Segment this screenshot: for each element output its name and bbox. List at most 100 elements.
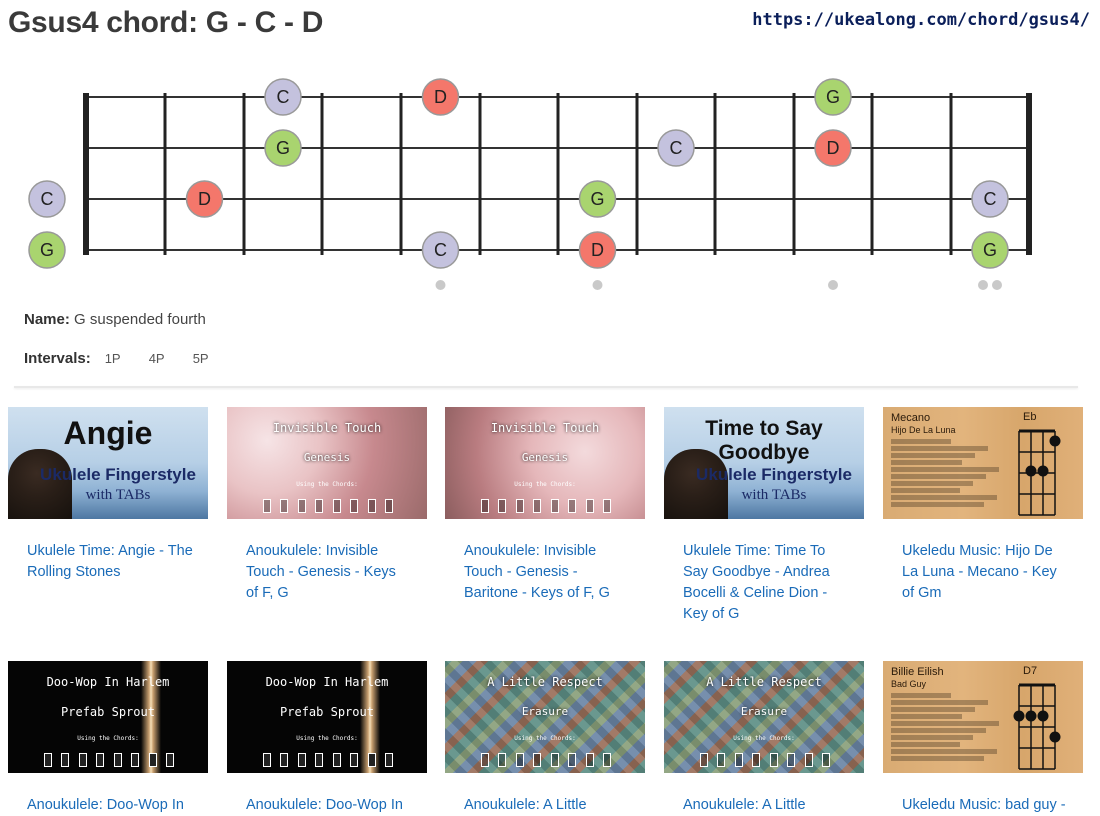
thumbnail-artist: Mecano xyxy=(891,412,931,424)
video-card[interactable]: Time to Say Goodbye Ukulele Fingerstyle wi… xyxy=(664,407,864,625)
thumbnail-song: Bad Guy xyxy=(891,679,927,689)
thumbnail-text: Erasure xyxy=(521,705,569,718)
thumbnail-text: Prefab Sprout xyxy=(61,705,155,719)
name-label: Name: xyxy=(24,311,70,328)
note-marker-D-s1-f5: D xyxy=(421,78,460,116)
thumbnail-text: Using the Chords: xyxy=(296,481,358,488)
video-card[interactable]: A Little Respect Erasure Using the Chords:… xyxy=(445,661,645,816)
video-thumbnail[interactable]: Time to Say Goodbye Ukulele Fingerstyle wi… xyxy=(664,407,864,519)
note-marker-G-s4-f12: G xyxy=(971,231,1009,269)
thumbnail-chord-name: Eb xyxy=(1023,411,1037,423)
thumbnail-text: Time to Say Goodbye xyxy=(705,417,823,464)
thumbnail-text: with TABs xyxy=(85,487,151,503)
note-label: C xyxy=(984,189,997,209)
video-title-link[interactable]: Anoukulele: Doo-Wop In xyxy=(27,795,193,816)
video-thumbnail[interactable]: Mecano Hijo De La Luna Eb xyxy=(883,407,1083,519)
note-marker-D-s3-f2: D xyxy=(185,180,224,218)
video-thumbnail[interactable]: Billie Eilish Bad Guy D7 xyxy=(883,661,1083,773)
video-title-link[interactable]: Ukeledu Music: bad guy - xyxy=(902,795,1068,816)
interval-2: 4P xyxy=(148,351,165,366)
mini-chord-diagrams xyxy=(263,753,393,769)
thumbnail-text: Invisible Touch xyxy=(272,421,382,435)
video-thumbnail[interactable]: Angie Ukulele Fingerstyle with TABs xyxy=(8,407,208,519)
note-marker-C-s2-f8: C xyxy=(657,129,695,167)
name-value: G suspended fourth xyxy=(74,311,206,328)
note-marker-G-s4-f0: G xyxy=(28,231,66,269)
note-marker-G-s3-f7: G xyxy=(578,180,617,218)
thumbnail-text: Doo-Wop In Harlem xyxy=(46,675,170,689)
note-label: G xyxy=(276,138,290,158)
fretboard-diagram: C D G G C D C D G C G C D G xyxy=(28,78,1032,290)
video-card[interactable]: A Little Respect Erasure Using the Chords:… xyxy=(664,661,864,816)
thumbnail-text: Using the Chords: xyxy=(514,481,576,488)
thumbnail-text: Prefab Sprout xyxy=(280,705,374,719)
video-title-link[interactable]: Anoukulele: Invisible Touch - Genesis - … xyxy=(464,541,630,604)
video-thumbnail[interactable]: Doo-Wop In Harlem Prefab Sprout Using the … xyxy=(8,661,208,773)
inlay-dot-10 xyxy=(828,280,838,290)
video-title-link[interactable]: Ukeledu Music: Hijo De La Luna - Mecano … xyxy=(902,541,1068,604)
thumbnail-text: with TABs xyxy=(741,487,807,503)
thumbnail-text: A Little Respect xyxy=(706,675,822,689)
page-title: Gsus4 chord: G - C - D xyxy=(8,6,324,39)
video-title-link[interactable]: Anoukulele: Doo-Wop In xyxy=(246,795,412,816)
video-card[interactable]: Invisible Touch Genesis Using the Chords: A… xyxy=(445,407,645,604)
mini-chord-diagrams xyxy=(700,753,830,769)
note-label: G xyxy=(826,87,840,107)
inlay-dot-12a xyxy=(978,280,988,290)
video-thumbnail[interactable]: Invisible Touch Genesis Using the Chords: xyxy=(227,407,427,519)
note-label: C xyxy=(277,87,290,107)
video-title-link[interactable]: Anoukulele: A Little xyxy=(683,795,849,816)
note-label: G xyxy=(983,240,997,260)
note-label: C xyxy=(41,189,54,209)
thumbnail-chord-diagram xyxy=(1018,429,1061,516)
thumbnail-text: A Little Respect xyxy=(487,675,603,689)
video-thumbnail[interactable]: A Little Respect Erasure Using the Chords: xyxy=(664,661,864,773)
thumbnail-text: Using the Chords: xyxy=(77,735,139,742)
note-marker-C-s3-f0: C xyxy=(28,180,66,218)
note-label: D xyxy=(434,87,447,107)
note-marker-G-s2-f3: G xyxy=(264,129,302,167)
video-card[interactable]: Angie Ukulele Fingerstyle with TABs Ukulele… xyxy=(8,407,208,583)
thumbnail-chord-name: D7 xyxy=(1023,665,1038,677)
note-label: D xyxy=(198,189,211,209)
note-label: C xyxy=(670,138,683,158)
video-thumbnail[interactable]: Invisible Touch Genesis Using the Chords: xyxy=(445,407,645,519)
thumbnail-text: Angie xyxy=(63,415,153,451)
video-thumbnail[interactable]: Doo-Wop In Harlem Prefab Sprout Using the … xyxy=(227,661,427,773)
thumbnail-text: Erasure xyxy=(740,705,788,718)
thumbnail-lyrics xyxy=(891,437,1009,509)
video-card[interactable]: Doo-Wop In Harlem Prefab Sprout Using the … xyxy=(227,661,427,816)
thumbnail-text: Ukulele Fingerstyle xyxy=(696,465,852,484)
note-marker-C-s1-f3: C xyxy=(264,78,302,116)
thumbnail-chord-diagram xyxy=(1013,683,1061,770)
video-title-link[interactable]: Anoukulele: A Little xyxy=(464,795,630,816)
thumbnail-text: Using the Chords: xyxy=(733,735,795,742)
note-marker-C-s4-f5: C xyxy=(421,231,460,269)
thumbnail-artist: Billie Eilish xyxy=(891,666,944,678)
inlay-dot-12b xyxy=(992,280,1002,290)
thumbnail-text: Using the Chords: xyxy=(514,735,576,742)
interval-1: 1P xyxy=(104,351,121,366)
thumbnail-text: Doo-Wop In Harlem xyxy=(265,675,389,689)
video-thumbnail[interactable]: A Little Respect Erasure Using the Chords: xyxy=(445,661,645,773)
video-card[interactable]: Mecano Hijo De La Luna Eb Ukeledu Music: Hi… xyxy=(883,407,1083,604)
interval-3: 5P xyxy=(192,351,209,366)
note-label: D xyxy=(591,240,604,260)
note-marker-D-s2-f10: D xyxy=(814,129,852,167)
thumbnail-lyrics xyxy=(891,691,1009,763)
intervals-row: Intervals: 1P 4P 5P xyxy=(24,350,223,367)
mini-chord-diagrams xyxy=(44,753,174,769)
section-divider xyxy=(14,386,1078,388)
note-marker-G-s1-f10: G xyxy=(814,78,852,116)
video-title-link[interactable]: Ukulele Time: Angie - The Rolling Stones xyxy=(27,541,193,583)
page-url: https://ukealong.com/chord/gsus4/ xyxy=(752,10,1090,30)
video-card[interactable]: Doo-Wop In Harlem Prefab Sprout Using the … xyxy=(8,661,208,816)
video-title-link[interactable]: Ukulele Time: Time To Say Goodbye - Andr… xyxy=(683,541,849,625)
note-label: C xyxy=(434,240,447,260)
note-label: G xyxy=(590,189,604,209)
video-card[interactable]: Billie Eilish Bad Guy D7 Ukeledu Music: bad… xyxy=(883,661,1083,816)
video-card[interactable]: Invisible Touch Genesis Using the Chords: A… xyxy=(227,407,427,604)
thumbnail-text: Genesis xyxy=(303,451,351,464)
intervals-label: Intervals: xyxy=(24,350,91,367)
video-title-link[interactable]: Anoukulele: Invisible Touch - Genesis - … xyxy=(246,541,412,604)
